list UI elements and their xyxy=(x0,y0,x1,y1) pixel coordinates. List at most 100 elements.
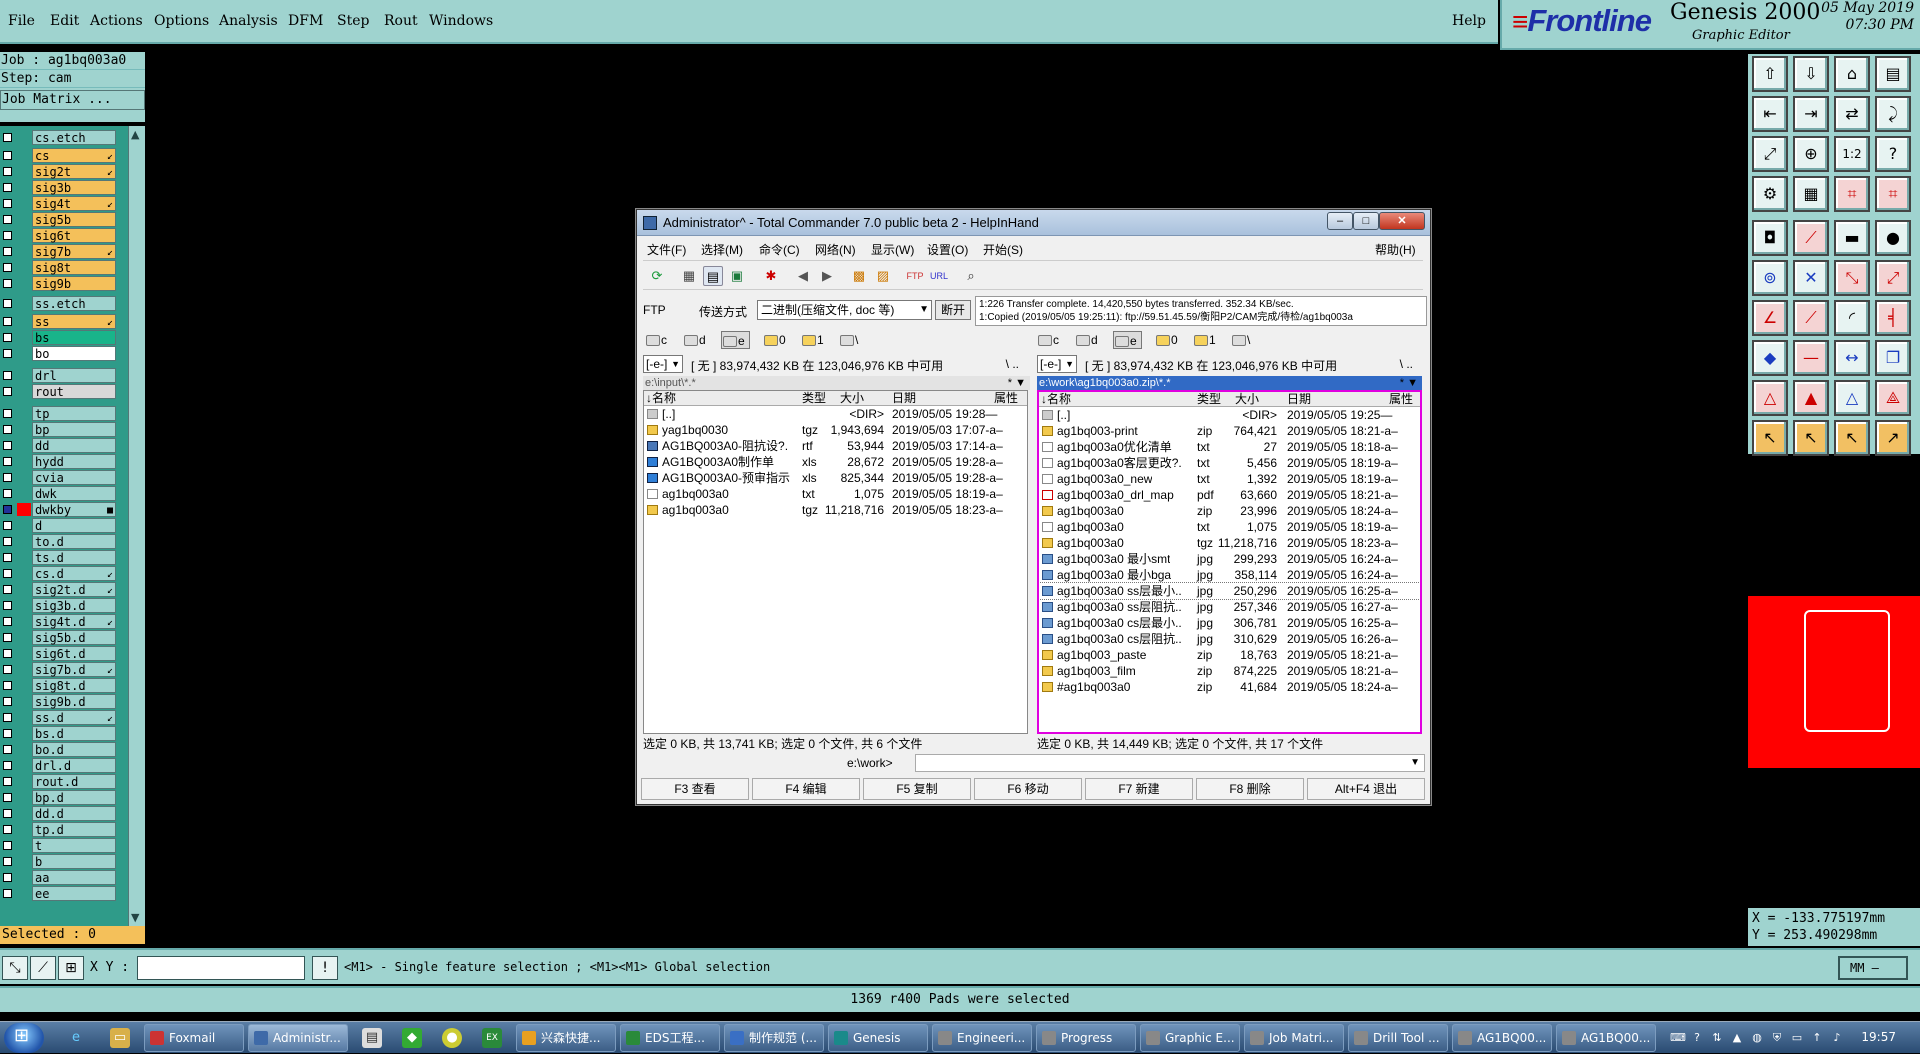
layer-name[interactable]: sig3b xyxy=(32,180,116,195)
menu-rout[interactable]: Rout xyxy=(384,13,418,29)
layer-checkbox[interactable] xyxy=(3,809,12,818)
taskbar-task[interactable]: Progress xyxy=(1036,1024,1136,1052)
keyboard-icon[interactable]: ⌨ xyxy=(1670,1031,1686,1045)
layer-row[interactable]: sig9b.d xyxy=(0,694,128,709)
layer-color-swatch[interactable] xyxy=(17,791,31,804)
taskbar-task[interactable]: EDS工程... xyxy=(620,1024,720,1052)
grid-icon[interactable]: ⊞ xyxy=(58,956,84,980)
layer-color-swatch[interactable] xyxy=(17,315,31,328)
menu-windows[interactable]: Windows xyxy=(429,13,493,29)
clock[interactable]: 19:57 xyxy=(1861,1030,1896,1044)
zoom-fit-icon[interactable]: ⊕ xyxy=(1793,136,1829,172)
right-path[interactable]: e:\work\ag1bq003a0.zip\*.* * ▼ xyxy=(1037,376,1422,390)
find-icon[interactable]: ⌕ xyxy=(961,266,981,286)
column-header-name[interactable]: ↓名称 xyxy=(646,391,676,406)
spreadsheet-icon[interactable]: EX xyxy=(482,1028,502,1048)
resize-icon[interactable]: ↔ xyxy=(1834,340,1870,376)
file-row[interactable]: ag1bq003a0 ss层最小.. jpg 250,296 2019/05/05 1… xyxy=(1039,582,1420,600)
column-header-type[interactable]: 类型 xyxy=(802,391,826,406)
layer-row[interactable]: dwkby ■ xyxy=(0,502,128,517)
layer-checkbox[interactable] xyxy=(3,745,12,754)
minimize-button[interactable]: – xyxy=(1327,212,1353,230)
layer-color-swatch[interactable] xyxy=(17,887,31,900)
layer-checkbox[interactable] xyxy=(3,473,12,482)
drive-d[interactable]: d xyxy=(683,331,706,349)
layer-name[interactable]: sig5b.d xyxy=(32,630,116,645)
invert-selection-icon[interactable]: ✱ xyxy=(761,266,781,286)
layer-name[interactable]: bp.d xyxy=(32,790,116,805)
f5-copy-button[interactable]: F5 复制 xyxy=(863,778,971,800)
taskbar-task[interactable]: 兴森快捷... xyxy=(516,1024,616,1052)
f3-view-button[interactable]: F3 查看 xyxy=(641,778,749,800)
triangle-icon[interactable]: △ xyxy=(1752,380,1788,416)
file-row[interactable]: ag1bq003a0 cs层阻抗.. jpg 310,629 2019/05/05 1… xyxy=(1039,631,1420,647)
layer-row[interactable]: dd xyxy=(0,438,128,453)
layer-row[interactable]: rout.d xyxy=(0,774,128,789)
zoom-icon[interactable]: ⤡ xyxy=(2,956,28,980)
layer-row[interactable]: t xyxy=(0,838,128,853)
snap-red-icon[interactable]: ⌗ xyxy=(1834,176,1870,212)
layer-checkbox[interactable] xyxy=(3,371,12,380)
layer-row[interactable]: cs.d ↙ xyxy=(0,566,128,581)
layer-name[interactable]: cvia xyxy=(32,470,116,485)
layer-checkbox[interactable] xyxy=(3,199,12,208)
layer-name[interactable]: d xyxy=(32,518,116,533)
file-row[interactable]: AG1BQ003A0制作单 xls 28,672 2019/05/05 19:28-a… xyxy=(644,454,1027,470)
ftp-connect-icon[interactable]: FTP xyxy=(905,266,925,286)
left-file-panel[interactable]: ↓名称 类型 大小 日期 属性 [..] <DIR> 2019/05/05 19:28— yag… xyxy=(643,390,1028,734)
f8-delete-button[interactable]: F8 删除 xyxy=(1196,778,1304,800)
layer-name[interactable]: cs.d ↙ xyxy=(32,566,116,581)
layer-color-swatch[interactable] xyxy=(17,261,31,274)
column-header-name[interactable]: ↓名称 xyxy=(1041,392,1071,407)
layer-checkbox[interactable] xyxy=(3,841,12,850)
layer-name[interactable]: bo xyxy=(32,346,116,361)
layer-color-swatch[interactable] xyxy=(17,679,31,692)
xy-input[interactable] xyxy=(137,956,305,980)
import-icon[interactable]: ⇤ xyxy=(1752,96,1788,132)
layer-checkbox[interactable] xyxy=(3,317,12,326)
unpack-icon[interactable]: ▨ xyxy=(873,266,893,286)
layer-checkbox[interactable] xyxy=(3,349,12,358)
layer-checkbox[interactable] xyxy=(3,489,12,498)
layer-name[interactable]: sig8t.d xyxy=(32,678,116,693)
layer-checkbox[interactable] xyxy=(3,681,12,690)
layer-name[interactable]: bs.d xyxy=(32,726,116,741)
layer-row[interactable]: dwk xyxy=(0,486,128,501)
column-header-date[interactable]: 日期 xyxy=(892,391,916,406)
layer-name[interactable]: bs xyxy=(32,330,116,345)
file-row[interactable]: ag1bq003a0优化清单 txt 27 2019/05/05 18:18-a– xyxy=(1039,439,1420,455)
layer-row[interactable]: sig2t ↙ xyxy=(0,164,128,179)
minimap[interactable] xyxy=(1748,596,1920,768)
triangle3-icon[interactable]: △ xyxy=(1834,380,1870,416)
right-root-buttons[interactable]: \ .. xyxy=(1400,357,1413,371)
tc-menu-view[interactable]: 显示(W) xyxy=(871,241,914,258)
layer-name[interactable]: drl xyxy=(32,368,116,383)
left-drive-combo[interactable]: [-e-] ▼ xyxy=(643,355,683,373)
network-drive[interactable]: \ xyxy=(1231,331,1250,349)
layer-name[interactable]: sig6t.d xyxy=(32,646,116,661)
panel-icon[interactable]: ▤ xyxy=(1875,56,1911,92)
column-header-attr[interactable]: 属性 xyxy=(994,391,1018,406)
command-input[interactable]: ▼ xyxy=(915,754,1425,772)
layer-row[interactable]: sig6t xyxy=(0,228,128,243)
app-icon[interactable]: ◆ xyxy=(402,1028,422,1048)
f7-new-button[interactable]: F7 新建 xyxy=(1085,778,1193,800)
layer-row[interactable]: sig5b.d xyxy=(0,630,128,645)
layer-checkbox[interactable] xyxy=(3,457,12,466)
file-row[interactable]: ag1bq003_film zip 874,225 2019/05/05 18:21-… xyxy=(1039,663,1420,679)
layer-name[interactable]: drl.d xyxy=(32,758,116,773)
file-row[interactable]: ag1bq003a0 ss层阻抗.. jpg 257,346 2019/05/05 1… xyxy=(1039,599,1420,615)
drive-c[interactable]: c xyxy=(645,331,667,349)
units-selector[interactable]: MM — xyxy=(1838,956,1908,980)
layer-row[interactable]: sig7b ↙ xyxy=(0,244,128,259)
taskbar-task[interactable]: Job Matri... xyxy=(1244,1024,1344,1052)
layer-checkbox[interactable] xyxy=(3,409,12,418)
layer-color-swatch[interactable] xyxy=(17,647,31,660)
menu-help[interactable]: Help xyxy=(1452,13,1486,29)
layer-color-swatch[interactable] xyxy=(17,631,31,644)
layer-row[interactable]: ss.d ↙ xyxy=(0,710,128,725)
layer-name[interactable]: cs ↙ xyxy=(32,148,116,163)
layer-checkbox[interactable] xyxy=(3,857,12,866)
left-path[interactable]: e:\input\*.* * ▼ xyxy=(643,376,1030,390)
brief-view-icon[interactable]: ▦ xyxy=(679,266,699,286)
